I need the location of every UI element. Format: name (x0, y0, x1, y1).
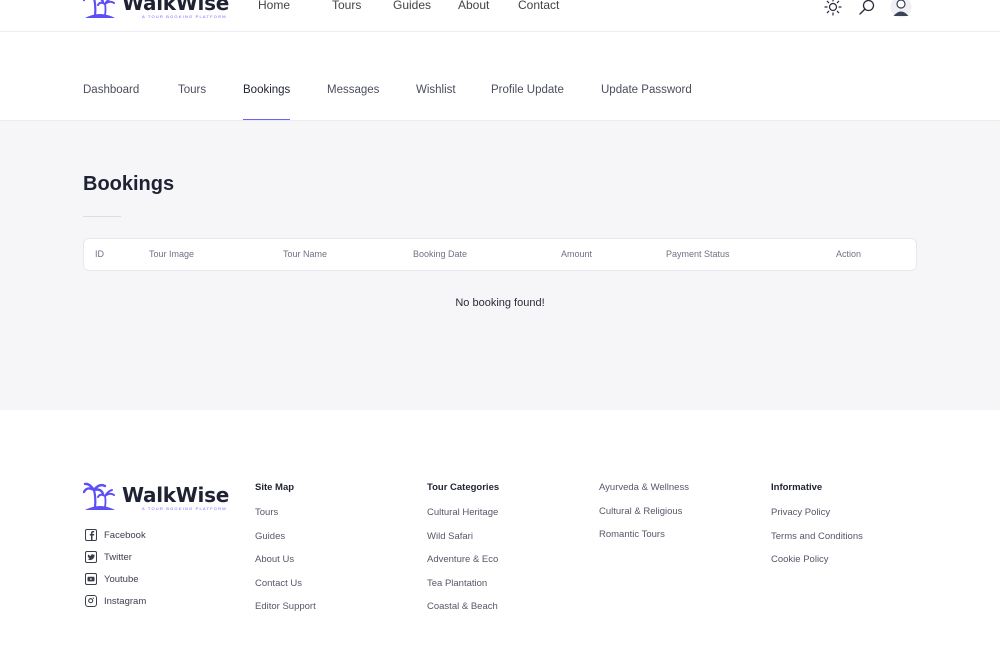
footer-col-informative: Informative Privacy Policy Terms and Con… (771, 482, 863, 578)
footer-col-sitemap: Site Map Tours Guides About Us Contact U… (255, 482, 316, 625)
footer-link-contact-us[interactable]: Contact Us (255, 578, 316, 602)
dashboard-tabs: Dashboard Tours Bookings Messages Wishli… (0, 32, 1000, 121)
site-header: WalkWise A TOUR BOOKING PLATFORM Home To… (0, 0, 1000, 32)
footer-brand-name: WalkWise (122, 482, 229, 507)
footer-link-category[interactable]: Coastal & Beach (427, 601, 499, 625)
nav-home[interactable]: Home (258, 0, 332, 12)
footer-link-tours[interactable]: Tours (255, 507, 316, 531)
palm-tree-logo-icon (83, 0, 115, 18)
footer-link-about-us[interactable]: About Us (255, 554, 316, 578)
social-label-twitter: Twitter (104, 551, 132, 563)
footer-link-guides[interactable]: Guides (255, 531, 316, 555)
footer-brand-tagline: A TOUR BOOKING PLATFORM (142, 505, 227, 511)
social-label-youtube: Youtube (104, 573, 139, 585)
tab-tours[interactable]: Tours (178, 84, 206, 96)
youtube-icon (85, 573, 97, 585)
column-header-tour-name: Tour Name (283, 249, 328, 259)
column-header-amount: Amount (561, 249, 593, 259)
page-title: Bookings (83, 173, 175, 195)
footer-link-category[interactable]: Wild Safari (427, 531, 499, 555)
footer-link-editor-support[interactable]: Editor Support (255, 601, 316, 625)
instagram-icon (85, 595, 97, 607)
brand-tagline: A TOUR BOOKING PLATFORM (142, 13, 227, 19)
footer-link-category[interactable]: Ayurveda & Wellness (599, 482, 689, 506)
footer-link-terms[interactable]: Terms and Conditions (771, 531, 863, 555)
tab-messages[interactable]: Messages (327, 84, 379, 96)
search-icon[interactable] (858, 0, 876, 16)
palm-tree-logo-icon (83, 482, 115, 510)
footer-col-title: Site Map (255, 482, 295, 493)
column-header-id: ID (95, 249, 104, 259)
column-header-payment-status: Payment Status (666, 249, 730, 259)
sun-icon[interactable] (824, 0, 842, 16)
brand-name: WalkWise (122, 0, 229, 15)
footer-link-category[interactable]: Cultural & Religious (599, 506, 689, 530)
bookings-table-header: ID Tour Image Tour Name Booking Date Amo… (83, 238, 917, 271)
brand-logo[interactable]: WalkWise A TOUR BOOKING PLATFORM (83, 0, 229, 22)
nav-guides[interactable]: Guides (393, 0, 458, 12)
main-nav: Home Tours Guides About Contact (258, 0, 559, 12)
footer-brand-logo[interactable]: WalkWise A TOUR BOOKING PLATFORM (83, 480, 229, 514)
nav-tours[interactable]: Tours (332, 0, 393, 12)
user-avatar-icon[interactable] (890, 0, 912, 18)
column-header-action: Action (836, 249, 862, 259)
footer-col-title: Tour Categories (427, 482, 500, 493)
footer-col-categories: Tour Categories Cultural Heritage Wild S… (427, 482, 499, 625)
header-actions (808, 0, 912, 18)
empty-state-message: No booking found! (455, 297, 545, 309)
twitter-icon (85, 551, 97, 563)
tab-bookings[interactable]: Bookings (243, 84, 291, 120)
facebook-icon (85, 529, 97, 541)
footer-link-category[interactable]: Adventure & Eco (427, 554, 499, 578)
bookings-section: Bookings ID Tour Image Tour Name Booking… (0, 121, 1000, 410)
social-label-instagram: Instagram (104, 595, 147, 607)
social-twitter[interactable]: Twitter (85, 551, 132, 563)
social-label-facebook: Facebook (104, 529, 146, 541)
tab-profile-update[interactable]: Profile Update (491, 84, 564, 96)
footer-link-category[interactable]: Romantic Tours (599, 529, 689, 553)
footer-col-categories-more: Ayurveda & Wellness Cultural & Religious… (599, 482, 689, 553)
social-facebook[interactable]: Facebook (85, 529, 146, 541)
tab-update-password[interactable]: Update Password (601, 84, 692, 96)
tab-wishlist[interactable]: Wishlist (416, 84, 456, 96)
column-header-tour-image: Tour Image (149, 249, 195, 259)
footer-link-privacy-policy[interactable]: Privacy Policy (771, 507, 863, 531)
tab-dashboard[interactable]: Dashboard (83, 84, 139, 96)
title-divider (83, 216, 121, 217)
footer-link-category[interactable]: Cultural Heritage (427, 507, 499, 531)
social-instagram[interactable]: Instagram (85, 595, 146, 607)
footer-link-category[interactable]: Tea Plantation (427, 578, 499, 602)
social-youtube[interactable]: Youtube (85, 573, 139, 585)
footer-link-cookie-policy[interactable]: Cookie Policy (771, 554, 863, 578)
column-header-booking-date: Booking Date (413, 249, 468, 259)
nav-contact[interactable]: Contact (518, 0, 559, 12)
nav-about[interactable]: About (458, 0, 518, 12)
site-footer: WalkWise A TOUR BOOKING PLATFORM Faceboo… (0, 410, 1000, 666)
footer-col-title: Informative (771, 482, 823, 493)
